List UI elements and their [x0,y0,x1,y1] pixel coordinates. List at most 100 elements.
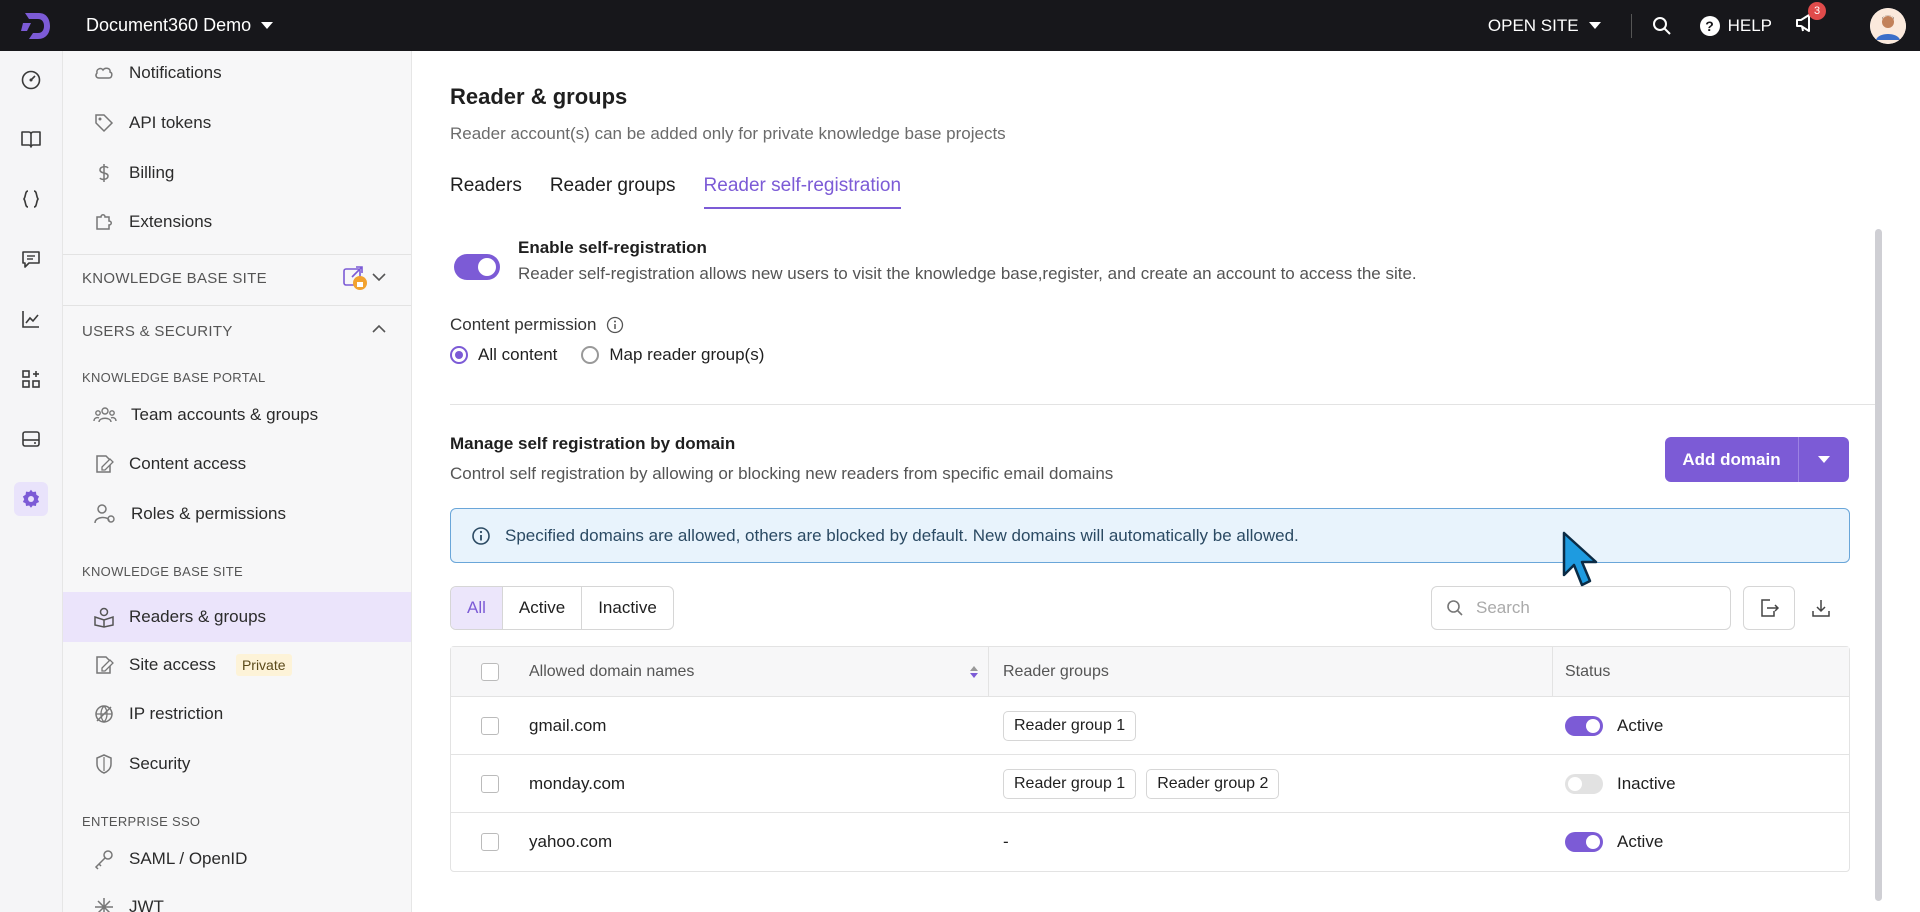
feedback-icon[interactable] [14,242,48,276]
help-button[interactable]: ? HELP [1699,15,1772,36]
column-header-status: Status [1565,662,1611,680]
puzzle-icon [96,214,112,230]
add-domain-button[interactable]: Add domain [1665,450,1798,470]
row-checkbox[interactable] [481,716,499,735]
sidebar-item-security[interactable]: Security [63,742,411,786]
chevron-up-icon[interactable] [371,323,387,335]
apps-icon[interactable] [14,362,48,396]
sort-icon[interactable] [970,665,978,678]
add-domain-dropdown[interactable] [1799,456,1849,463]
reader-group-chip: Reader group 1 [1003,768,1137,799]
export-icon [1761,599,1780,617]
avatar[interactable] [1870,7,1906,44]
sidebar-item-site-access[interactable]: Site access Private [63,643,411,687]
radio-button-checked[interactable] [450,346,468,364]
document360-logo-icon[interactable] [18,8,54,44]
search-icon[interactable] [1652,16,1672,36]
sidebar-item-readers-groups[interactable]: Readers & groups [63,592,411,642]
sidebar-item-billing[interactable]: Billing [63,151,411,195]
project-switcher[interactable]: Document360 Demo [86,15,274,36]
sidebar-item-label: IP restriction [129,704,224,723]
sidebar-item-label: Extensions [129,212,213,231]
reader-groups-cell: - [989,813,1553,871]
sidebar-item-label: SAML / OpenID [129,849,248,868]
sidebar-item-ip-restriction[interactable]: IP restriction [63,692,411,736]
book-icon[interactable] [14,122,48,156]
info-banner: Specified domains are allowed, others ar… [450,508,1850,563]
tab-reader-groups[interactable]: Reader groups [550,175,676,209]
sidebar-item-api-tokens[interactable]: API tokens [63,101,411,145]
filter-inactive[interactable]: Inactive [582,587,673,629]
announcements-button[interactable]: 3 [1794,2,1826,39]
table-row: gmail.com Reader group 1 Active [451,697,1849,755]
info-icon[interactable] [606,316,624,334]
filter-all[interactable]: All [451,587,503,629]
radio-button[interactable] [581,346,600,364]
site-access-icon [96,656,114,674]
scrollbar[interactable] [1875,229,1882,901]
sidebar-item-content-access[interactable]: Content access [63,442,411,486]
divider [450,404,1875,405]
sidebar-item-label: Roles & permissions [131,504,286,523]
section-kb-site[interactable]: KNOWLEDGE BASE SITE [82,270,267,287]
drive-icon[interactable] [14,422,48,456]
download-button[interactable] [1795,586,1847,630]
search-input[interactable] [1476,598,1696,618]
column-header-domain[interactable]: Allowed domain names [529,647,989,696]
row-checkbox[interactable] [481,774,499,793]
status-toggle[interactable] [1565,773,1603,794]
select-all-checkbox[interactable] [481,662,499,681]
content-access-icon [96,455,114,473]
roles-icon [94,504,115,524]
radio-label: Map reader group(s) [609,345,765,364]
settings-sidebar: Notifications API tokens Billing Extensi… [63,51,412,912]
sidebar-item-notifications[interactable]: Notifications [63,51,411,95]
help-label: HELP [1727,15,1772,35]
domain-name: monday.com [529,773,626,793]
open-site-button[interactable]: OPEN SITE [1488,16,1601,36]
status-toggle[interactable] [1565,832,1603,852]
globe-icon [95,705,113,723]
export-button[interactable] [1743,586,1795,630]
sidebar-item-label: Security [129,754,191,773]
filter-active[interactable]: Active [503,587,583,629]
radio-all-content[interactable]: All content [450,345,557,365]
row-checkbox[interactable] [481,833,499,851]
sidebar-item-team-accounts[interactable]: Team accounts & groups [63,393,411,437]
sidebar-item-label: Team accounts & groups [131,405,319,424]
chevron-down-icon[interactable] [371,271,387,283]
analytics-icon[interactable] [14,302,48,336]
sidebar-item-extensions[interactable]: Extensions [63,200,411,244]
table-row: monday.com Reader group 1 Reader group 2… [451,755,1849,813]
api-braces-icon[interactable] [14,182,48,216]
project-name: Document360 Demo [86,15,252,35]
divider [63,305,411,306]
team-icon [93,407,117,423]
sidebar-item-label: Billing [129,163,175,182]
notification-badge: 3 [1808,2,1826,20]
page-title: Reader & groups [450,84,628,109]
tab-reader-self-registration[interactable]: Reader self-registration [703,175,902,209]
external-link-lock-icon[interactable] [342,265,368,291]
status-toggle[interactable] [1565,715,1603,736]
domain-name: gmail.com [529,715,607,735]
status-cell: Active [1553,715,1849,736]
radio-map-reader-groups[interactable]: Map reader group(s) [581,345,764,365]
sidebar-item-saml-openid[interactable]: SAML / OpenID [63,837,411,881]
settings-gear-icon[interactable] [14,482,48,516]
select-all-cell [451,662,529,681]
reader-groups-cell: Reader group 1 Reader group 2 [989,755,1553,812]
content-permission-options: All content Map reader group(s) [450,345,764,365]
search-box [1431,586,1731,630]
self-registration-toggle[interactable] [454,254,500,280]
sidebar-item-roles-permissions[interactable]: Roles & permissions [63,492,411,536]
no-groups-text: - [1003,832,1009,851]
sidebar-item-label: Notifications [129,63,222,82]
section-users-security[interactable]: USERS & SECURITY [82,323,233,340]
reader-group-chip: Reader group 1 [1003,710,1137,741]
status-label: Active [1617,715,1664,735]
shield-icon [96,754,112,774]
sidebar-item-jwt[interactable]: JWT [63,885,411,912]
dashboard-icon[interactable] [14,63,48,97]
tab-readers[interactable]: Readers [450,175,522,209]
